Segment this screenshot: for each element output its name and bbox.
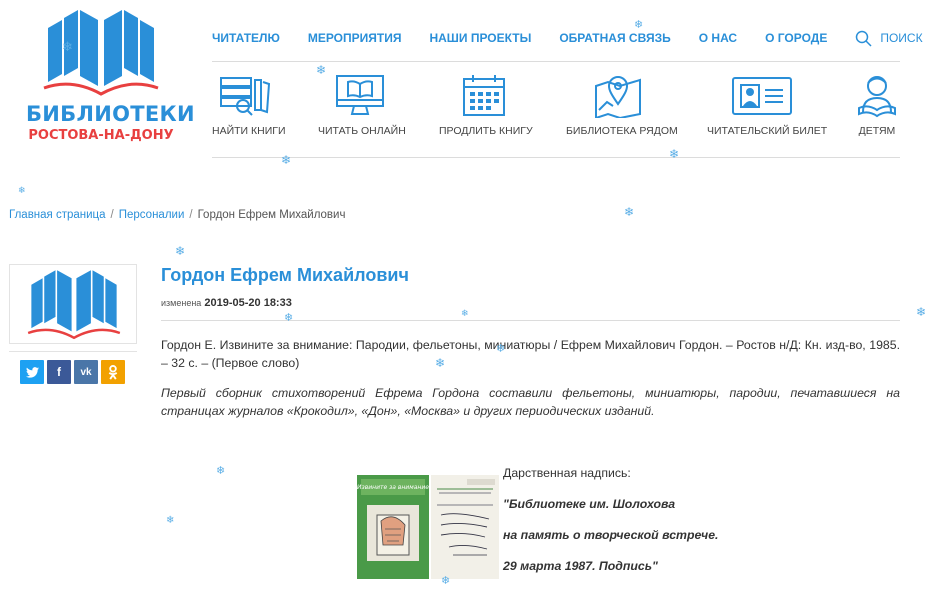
service-library-nearby[interactable]: БИБЛИОТЕКА РЯДОМ [566,72,678,137]
snowflake-icon: ❄ [624,205,635,219]
book-cover-image[interactable]: Извините за внимание [357,475,499,579]
article-divider [161,320,900,321]
twitter-icon [25,366,39,378]
inscription-line-2: на память о творческой встрече. [503,528,719,542]
snowflake-icon: ❄ [18,185,26,195]
service-label: ДЕТЯМ [858,125,896,137]
facebook-icon: f [57,365,61,379]
book-description: Первый сборник стихотворений Ефрема Горд… [161,386,900,418]
logo-title: БИБЛИОТЕКИ [26,102,195,126]
snowflake-icon: ❄ [166,515,175,526]
snowflake-icon: ❄ [284,312,294,324]
inscription-line-3: 29 марта 1987. Подпись" [503,559,658,573]
service-find-books[interactable]: НАЙТИ КНИГИ [212,72,286,137]
article-thumbnail [9,264,137,344]
book-logo-icon [27,270,121,340]
modified-info: изменена 2019-05-20 18:33 [161,297,292,309]
nav-item-about[interactable]: О НАС [699,31,737,45]
service-read-online[interactable]: ЧИТАТЬ ОНЛАЙН [318,72,406,137]
book-logo-icon [43,10,159,96]
breadcrumb-current: Гордон Ефрем Михайлович [197,209,346,221]
id-card-icon [732,77,792,115]
snowflake-icon: ❄ [916,305,927,319]
services-divider [212,157,900,158]
service-label: ЧИТАТЬ ОНЛАЙН [318,125,406,137]
snowflake-icon: ❄ [175,244,186,258]
modified-label: изменена [161,298,202,308]
logo-subtitle: РОСТОВА-НА-ДОНУ [28,128,174,143]
nav-item-projects[interactable]: НАШИ ПРОЕКТЫ [429,31,531,45]
snowflake-icon: ❄ [281,153,292,167]
page-title: Гордон Ефрем Михайлович [161,265,409,285]
cover-title: Извините за внимание [357,484,429,491]
service-label: БИБЛИОТЕКА РЯДОМ [566,125,678,137]
twitter-share-button[interactable] [20,360,44,384]
book-citation: Гордон Е. Извините за внимание: Пародии,… [161,338,900,370]
breadcrumb-separator: / [189,209,193,221]
snowflake-icon: ❄ [461,308,469,318]
search-icon [856,30,872,47]
search-button[interactable]: ПОИСК [855,30,923,47]
main-nav: ЧИТАТЕЛЮ МЕРОПРИЯТИЯ НАШИ ПРОЕКТЫ ОБРАТН… [212,30,923,47]
breadcrumb-home[interactable]: Главная страница [9,209,106,221]
vk-icon: vk [80,366,92,378]
service-renew-book[interactable]: ПРОДЛИТЬ КНИГУ [439,72,533,137]
breadcrumb-separator: / [110,209,114,221]
calendar-icon [463,75,505,116]
service-children[interactable]: ДЕТЯМ [852,72,902,137]
modified-date: 2019-05-20 18:33 [204,297,292,309]
nav-item-reader[interactable]: ЧИТАТЕЛЮ [212,31,280,45]
nav-divider [212,61,900,62]
breadcrumb-section[interactable]: Персоналии [119,209,185,221]
service-label: ЧИТАТЕЛЬСКИЙ БИЛЕТ [707,125,828,137]
odnoklassniki-icon [108,364,118,380]
thumbnail-divider [9,351,137,352]
books-search-icon [220,77,271,116]
child-reading-icon [858,76,896,118]
service-label: ПРОДЛИТЬ КНИГУ [439,125,533,137]
ok-share-button[interactable] [101,360,125,384]
site-logo[interactable]: БИБЛИОТЕКИ РОСТОВА-НА-ДОНУ [26,6,195,146]
inscription-label: Дарственная надпись: [503,466,631,480]
facebook-share-button[interactable]: f [47,360,71,384]
search-label: ПОИСК [880,31,923,45]
breadcrumb: Главная страница / Персоналии / Гордон Ефрем… [9,209,345,221]
service-reader-card[interactable]: ЧИТАТЕЛЬСКИЙ БИЛЕТ [707,72,828,137]
services-bar: НАЙТИ КНИГИ ЧИТАТЬ ОНЛАЙН ПРОДЛИТЬ КНИГУ… [212,72,900,152]
map-pin-icon [595,76,641,118]
vk-share-button[interactable]: vk [74,360,98,384]
service-label: НАЙТИ КНИГИ [212,125,286,137]
nav-item-feedback[interactable]: ОБРАТНАЯ СВЯЗЬ [559,31,670,45]
snowflake-icon: ❄ [216,465,226,477]
inscription-line-1: "Библиотеке им. Шолохова [503,497,676,511]
monitor-book-icon [336,75,384,115]
nav-item-events[interactable]: МЕРОПРИЯТИЯ [308,31,402,45]
share-buttons: f vk [20,360,128,384]
nav-item-city[interactable]: О ГОРОДЕ [765,31,827,45]
